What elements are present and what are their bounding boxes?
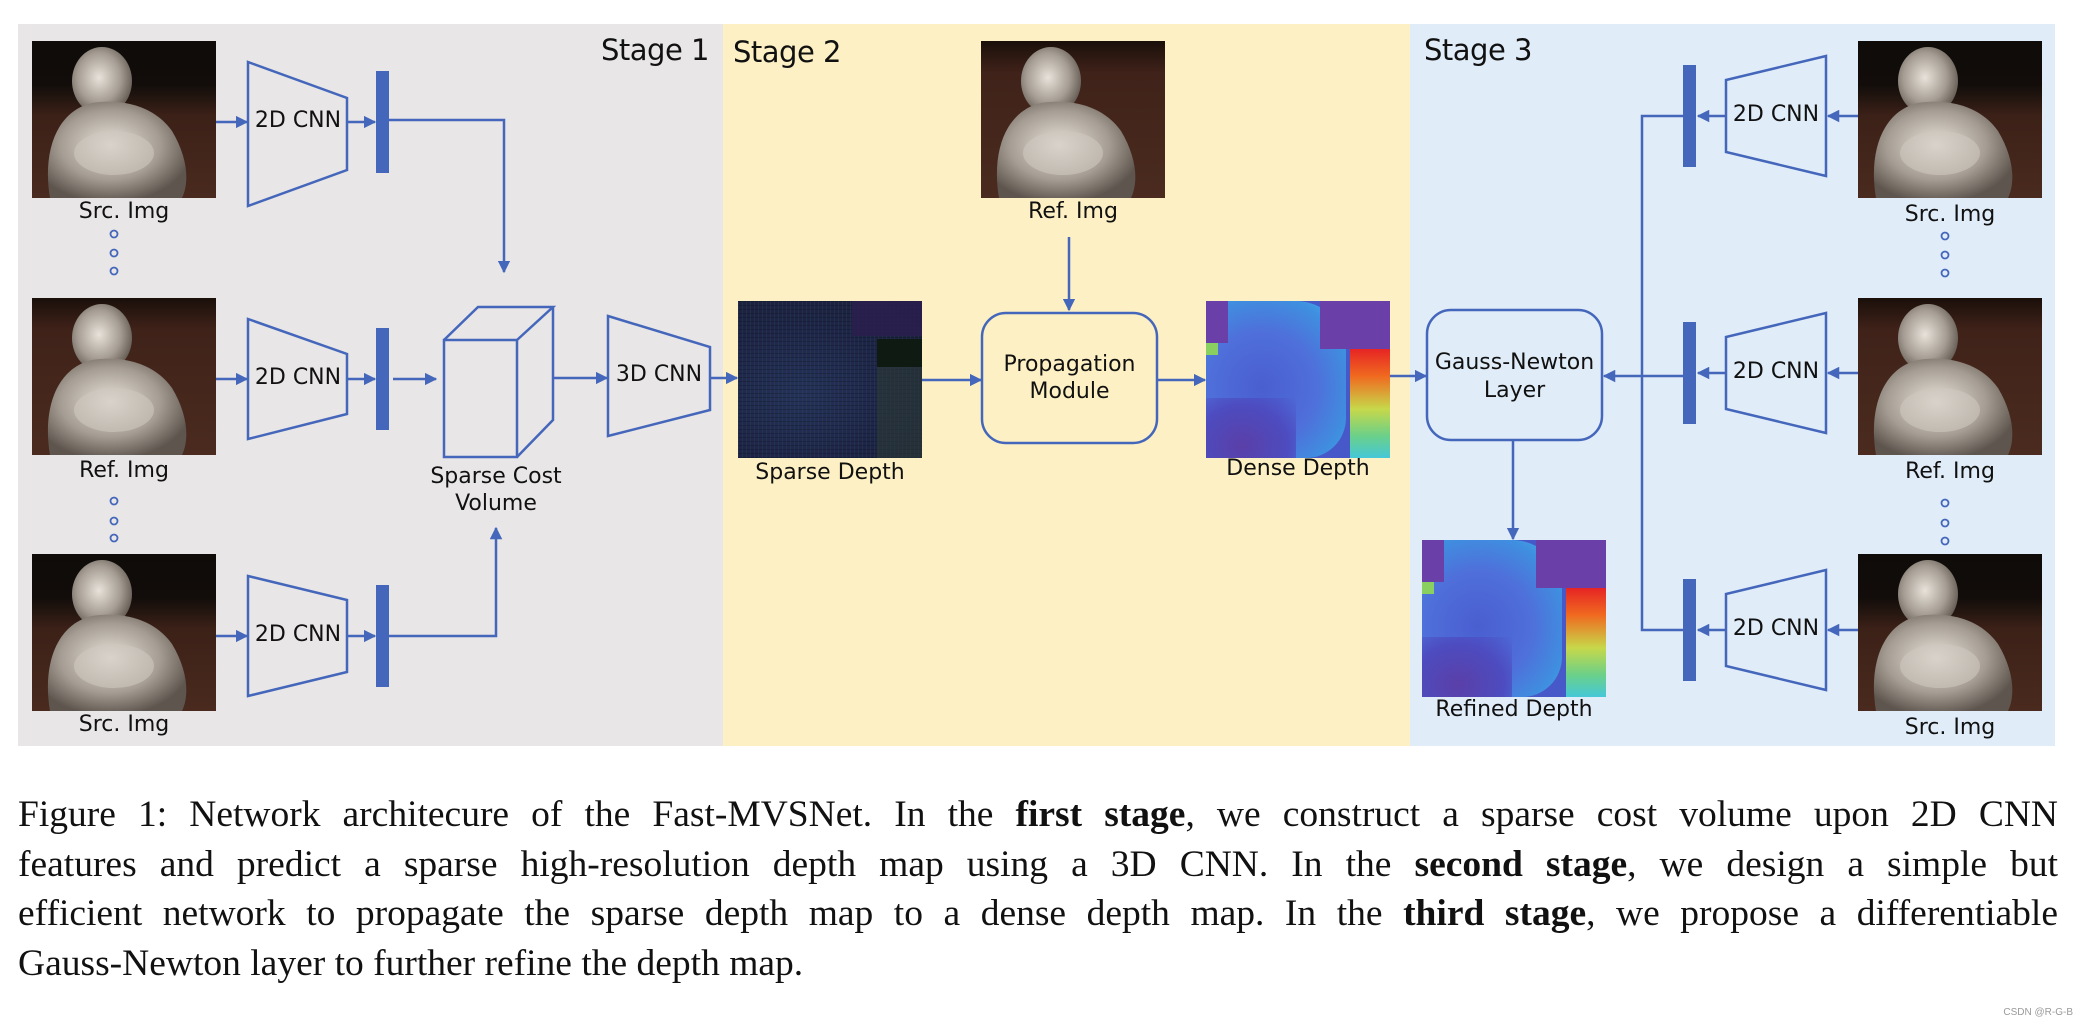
caption-line: features and predict a sparse high-resol… [18,843,2058,885]
figure-caption: Figure 1: Network architecure of the Fas… [18,790,2058,988]
ellipsis-dot-icon [109,496,119,506]
feature-bar-3 [376,585,389,687]
connector-line [1640,114,1683,632]
ellipsis-dot-icon [109,229,119,239]
caption-emphasis: first stage [1015,794,1186,835]
ref-image-label: Ref. Img [1905,459,1995,484]
ellipsis-dot-icon [1940,498,1950,508]
feature-bar-1 [376,71,389,173]
cnn2d-label: 2D CNN [1732,102,1820,127]
feature-bar-s3-1 [1683,65,1696,167]
propagation-module-label-line1: Propagation [1003,352,1136,377]
caption-line: efficient network to propagate the spars… [18,893,2058,934]
caption-line: Figure 1: Network architecure of the Fas… [18,794,2059,835]
ellipsis-dot-icon [109,516,119,526]
gauss-newton-layer-box [1425,308,1604,442]
caption-emphasis: second stage [1414,843,1628,885]
watermark: CSDN @R-G-B [2003,1007,2073,1018]
propagation-module-box [980,311,1159,445]
cnn3d-label: 3D CNN [615,362,703,387]
ellipsis-dot-icon [109,266,119,276]
arrow [389,526,503,638]
cnn2d-label: 2D CNN [254,622,342,647]
cnn2d-label: 2D CNN [254,365,342,390]
ellipsis-dot-icon [109,533,119,543]
sparse-depth-label: Sparse Depth [755,460,905,485]
cost-volume-label-line2: Volume [455,491,537,516]
src-image-label: Src. Img [78,199,170,224]
cnn2d-encoder-1 [246,60,349,208]
cnn2d-label: 2D CNN [1732,616,1820,641]
dense-depth-label: Dense Depth [1226,456,1370,481]
gauss-newton-label-line2: Layer [1483,378,1546,403]
cost-volume-label-line1: Sparse Cost [430,464,562,489]
refined-depth-label: Refined Depth [1435,697,1593,722]
ellipsis-dot-icon [1940,518,1950,528]
cnn2d-label: 2D CNN [1732,359,1820,384]
feature-bar-s3-3 [1683,579,1696,681]
caption-emphasis: third stage [1403,893,1587,934]
ellipsis-dot-icon [1940,231,1950,241]
src-image-label: Src. Img [1904,202,1996,227]
architecture-figure: Stage 1 Stage 2 Stage 3 Src. Img Ref. Im… [0,0,2079,760]
feature-bar-2 [376,328,389,430]
ellipsis-dot-icon [1940,250,1950,260]
arrow [389,118,511,274]
cnn2d-label: 2D CNN [254,108,342,133]
ellipsis-dot-icon [1940,268,1950,278]
caption-line: Gauss-Newton layer to further refine the… [18,942,804,984]
gauss-newton-label-line1: Gauss-Newton [1434,350,1595,375]
feature-bar-s3-2 [1683,322,1696,424]
ref-image-label: Ref. Img [1028,199,1118,224]
src-image-label: Src. Img [1904,715,1996,740]
propagation-module-label-line2: Module [1029,379,1110,404]
ref-image-label: Ref. Img [79,458,169,483]
ellipsis-dot-icon [109,248,119,258]
src-image-label: Src. Img [78,712,170,737]
cost-volume-cube [442,305,557,459]
ellipsis-dot-icon [1940,536,1950,546]
